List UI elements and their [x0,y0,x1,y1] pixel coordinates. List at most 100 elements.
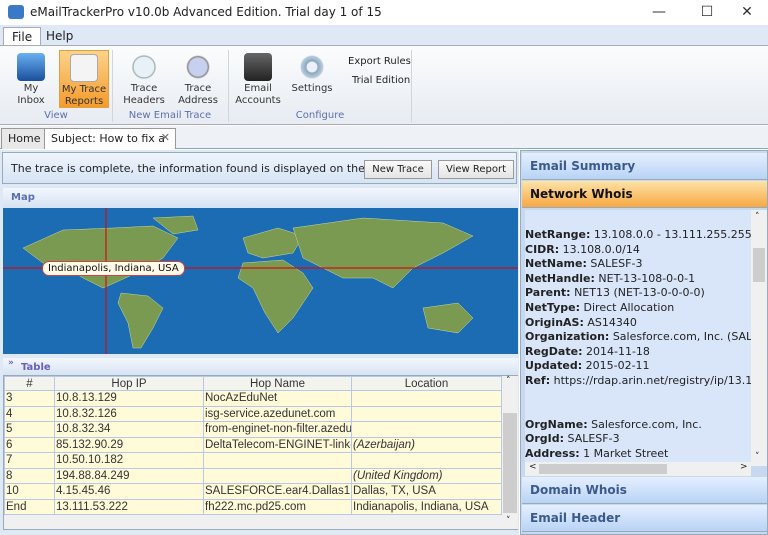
whois-line: NetHandle: NET-13-108-0-0-1 [525,272,751,287]
whois-line [525,389,751,404]
whois-key: Organization: [525,330,610,344]
table-row[interactable]: 6 85.132.90.29 DeltaTelecom-ENGINET-link-f… [4,436,502,453]
table-scrollbar[interactable]: ˄ ˅ [502,376,518,529]
my-inbox-button[interactable]: My Inbox [6,50,56,108]
whois-key: CIDR: [525,242,560,256]
whois-key: Ref: [525,373,551,387]
window-title: eMailTrackerPro v10.0b Advanced Edition.… [30,5,382,19]
my-trace-reports-button[interactable]: My Trace Reports [59,50,109,108]
close-tab-icon[interactable]: ✕ [161,131,170,144]
table-cell: SALESFORCE.ear4.Dallas1.Level3.net [203,483,352,500]
label: Headers [123,95,165,106]
menu-help[interactable]: Help [38,27,81,47]
status-text: The trace is complete, the information f… [11,162,395,175]
trace-headers-button[interactable]: Trace Headers [119,50,169,108]
whois-value: 13.108.0.0/14 [559,242,640,256]
table-row[interactable]: End 13.111.53.222 fh222.mc.pd25.com Indiana… [4,498,502,515]
section-domain-whois[interactable]: Domain Whois [522,477,767,504]
menu-file[interactable]: File [3,27,42,47]
scroll-up-icon[interactable]: ˄ [506,376,511,386]
table-cell: 10.8.32.34 [54,421,204,438]
label: Email [244,83,272,94]
table-cell: DeltaTelecom-ENGINET-link-f [203,436,352,453]
whois-line: NetName: SALESF-3 [525,257,751,272]
section-email-header[interactable]: Email Header [522,505,767,532]
collapse-icon[interactable]: » [8,358,14,368]
whois-value: AS14340 [583,315,637,329]
label: My [23,83,39,94]
column-header[interactable]: Location [351,376,502,391]
table-cell: 10.50.10.182 [54,452,204,469]
table-cell [351,405,502,422]
trace-report-icon [70,54,98,82]
asia [292,217,474,289]
scroll-left-icon[interactable]: < [529,462,537,472]
whois-value: 1 Market Street [579,446,669,460]
south-america [117,292,164,349]
trial-edition-button[interactable]: Trial Edition [352,75,410,86]
label: My Trace [61,84,107,95]
table-cell: (Azerbaijan) [351,436,502,453]
australia [422,302,474,334]
scroll-down-icon[interactable]: ˅ [506,516,511,526]
mailbox-icon [17,53,45,81]
column-header[interactable]: # [4,376,55,391]
table-cell: from-enginet-non-filter.azedunet.com [203,421,352,438]
scroll-up-icon[interactable]: ˄ [755,212,760,222]
settings-button[interactable]: Settings [287,50,337,108]
table-cell: NocAzEduNet [203,390,352,407]
label: Accounts [235,95,281,106]
whois-line: Organization: Salesforce.com, Inc. (SALE… [525,330,751,345]
network-whois-content: NetRange: 13.108.0.0 - 13.111.255.255 CID… [525,210,751,466]
scroll-thumb[interactable] [753,248,765,282]
export-rules-button[interactable]: Export Rules [348,56,411,67]
new-trace-button[interactable]: New Trace [364,160,432,179]
group-label-new-email-trace: New Email Trace [128,110,212,121]
whois-key: OriginAS: [525,315,584,329]
table-row[interactable]: 4 10.8.32.126 isg-service.azedunet.com [4,405,502,422]
table-cell: fh222.mc.pd25.com [203,498,352,515]
trace-address-button[interactable]: Trace Address [173,50,223,108]
table-cell: 194.88.84.249 [54,467,204,484]
world-map[interactable]: Indianapolis, Indiana, USA [3,208,518,354]
table-row[interactable]: 8 194.88.84.249 (United Kingdom) [4,467,502,484]
table-cell [351,452,502,469]
tab-home[interactable]: Home [1,128,48,149]
table-cell: 3 [4,390,55,407]
table-cell: 4.15.45.46 [54,483,204,500]
table-row[interactable]: 5 10.8.32.34 from-enginet-non-filter.azedu… [4,421,502,438]
table-cell: (United Kingdom) [351,467,502,484]
minimize-button[interactable]: — [636,0,682,25]
whois-vscrollbar[interactable]: ˄ ˅ [751,210,767,466]
email-accounts-button[interactable]: Email Accounts [233,50,283,108]
column-header[interactable]: Hop IP [54,376,204,391]
whois-line: Address: 1 Market Street [525,447,751,462]
table-row[interactable]: 3 10.8.13.129 NocAzEduNet [4,390,502,407]
label: Trace [184,83,212,94]
scroll-thumb[interactable] [503,413,517,513]
gears-icon [298,53,326,81]
scroll-right-icon[interactable]: > [740,462,748,472]
map-location-label: Indianapolis, Indiana, USA [42,261,185,276]
whois-hscrollbar[interactable]: < > [525,462,751,476]
scroll-thumb[interactable] [539,464,667,474]
table-row[interactable]: 104.15.45.46SALESFORCE.ear4.Dallas1.Leve… [4,483,502,500]
scroll-down-icon[interactable]: ˅ [755,452,760,462]
view-report-button[interactable]: View Report [438,160,514,179]
whois-line: RegDate: 2014-11-18 [525,345,751,360]
north-america [22,225,179,289]
section-email-summary[interactable]: Email Summary [522,153,767,180]
whois-line: Ref: https://rdap.arin.net/registry/ip/1… [525,374,751,389]
section-network-whois[interactable]: Network Whois [522,181,767,208]
whois-value: NET-13-108-0-0-1 [594,271,696,285]
close-button[interactable]: ✕ [724,0,768,25]
menu-bar: File Help [0,25,768,47]
column-header[interactable]: Hop Name [203,376,352,391]
whois-value: SALESF-3 [586,257,643,271]
table-row[interactable]: 7 10.50.10.182 [4,452,502,469]
whois-value: Salesforce.com, Inc. [587,417,702,431]
tab-subject[interactable]: Subject: How to fix a ... ✕ [44,128,176,158]
table-cell [203,452,352,469]
group-label-view: View [44,110,68,121]
whois-line: OrgId: SALESF-3 [525,432,751,447]
